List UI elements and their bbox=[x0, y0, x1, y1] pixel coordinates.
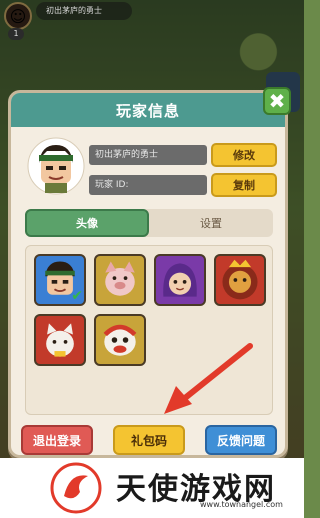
modal-title: 玩家信息 bbox=[115, 101, 180, 120]
player-id-field: 玩家 ID: bbox=[89, 175, 207, 195]
watermark-logo-icon bbox=[50, 462, 102, 514]
rename-button[interactable]: 修改 bbox=[211, 143, 277, 167]
level-badge: 1 bbox=[8, 28, 24, 40]
player-avatar[interactable] bbox=[27, 137, 85, 195]
purple-hood-face-icon bbox=[163, 263, 197, 297]
top-player-name: 初出茅庐的勇士 bbox=[36, 2, 132, 20]
avatar-option-lion-dance[interactable] bbox=[94, 314, 146, 366]
avatar-option-pig-warrior[interactable] bbox=[94, 254, 146, 306]
avatar-option-purple-hood[interactable] bbox=[154, 254, 206, 306]
pointer-arrow-icon bbox=[164, 343, 253, 414]
top-bar: ☺ 初出茅庐的勇士 1 bbox=[0, 0, 304, 40]
tab-settings[interactable]: 设置 bbox=[149, 209, 273, 237]
close-button[interactable]: ✖ bbox=[263, 87, 291, 115]
avatar-option-hero[interactable]: ✔ bbox=[34, 254, 86, 306]
player-name-field: 初出茅庐的勇士 bbox=[89, 145, 207, 165]
fortune-cat-face-icon bbox=[46, 323, 74, 357]
tab-avatar[interactable]: 头像 bbox=[25, 209, 149, 237]
pig-warrior-face-icon bbox=[105, 261, 135, 296]
logout-button[interactable]: 退出登录 bbox=[21, 425, 93, 455]
lion-king-face-icon bbox=[222, 259, 258, 300]
avatar-option-lion-king[interactable] bbox=[214, 254, 266, 306]
modal-header: 玩家信息 bbox=[11, 93, 285, 127]
tabs: 头像 设置 bbox=[25, 209, 273, 237]
lion-dance-face-icon bbox=[103, 324, 137, 356]
top-avatar[interactable]: ☺ bbox=[4, 2, 32, 30]
watermark-url: www.townangel.com bbox=[200, 500, 283, 509]
copy-id-button[interactable]: 复制 bbox=[211, 173, 277, 197]
avatar-option-fortune-cat[interactable] bbox=[34, 314, 86, 366]
selected-check-icon: ✔ bbox=[71, 288, 83, 304]
